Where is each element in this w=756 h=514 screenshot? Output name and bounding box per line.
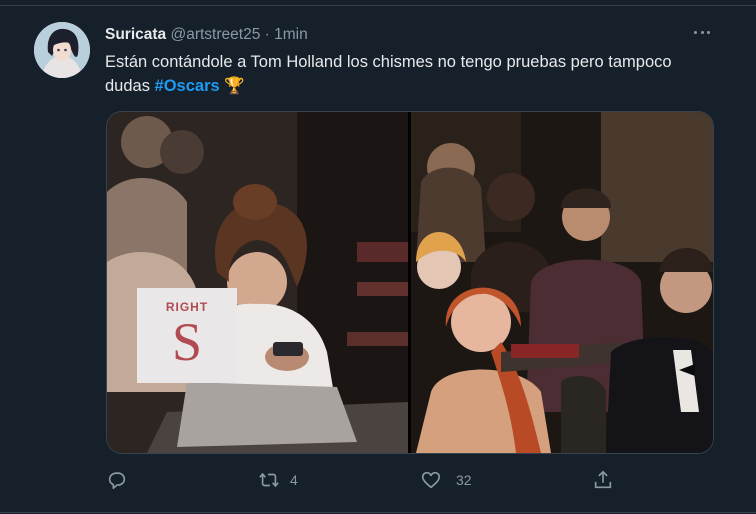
tweet-actions: 4 32 (0, 466, 756, 496)
bottom-divider (0, 512, 756, 513)
avatar[interactable] (34, 22, 90, 78)
tweet-timestamp[interactable]: 1min (274, 26, 308, 43)
display-name[interactable]: Suricata (105, 26, 166, 43)
hashtag-link[interactable]: #Oscars (155, 77, 220, 95)
heart-icon (421, 471, 441, 489)
share-button[interactable] (592, 466, 614, 494)
reply-button[interactable] (106, 466, 138, 494)
retweet-button[interactable]: 4 (258, 466, 298, 494)
top-divider (0, 0, 756, 6)
tweet-header: Suricata @artstreet25 · 1min (105, 25, 308, 45)
photo-right-image (411, 112, 713, 453)
tweet-text: Están contándole a Tom Holland los chism… (105, 50, 705, 98)
more-icon[interactable] (690, 22, 714, 42)
trophy-emoji: 🏆 (224, 77, 245, 95)
photo-left[interactable]: RIGHT S (107, 112, 408, 453)
sign-letter: S (171, 312, 203, 372)
header-separator: · (264, 26, 270, 43)
like-button[interactable]: 32 (420, 466, 472, 494)
reply-icon (108, 472, 126, 490)
user-handle[interactable]: @artstreet25 (170, 26, 260, 43)
tweet-media[interactable]: RIGHT S (106, 111, 714, 454)
retweet-icon (259, 472, 279, 488)
photo-left-image (107, 112, 408, 453)
retweet-count: 4 (290, 472, 298, 488)
sign-card: RIGHT S (137, 288, 237, 383)
share-icon (594, 470, 612, 489)
like-count: 32 (456, 472, 472, 488)
photo-right[interactable] (411, 112, 713, 453)
avatar-image (34, 22, 90, 78)
